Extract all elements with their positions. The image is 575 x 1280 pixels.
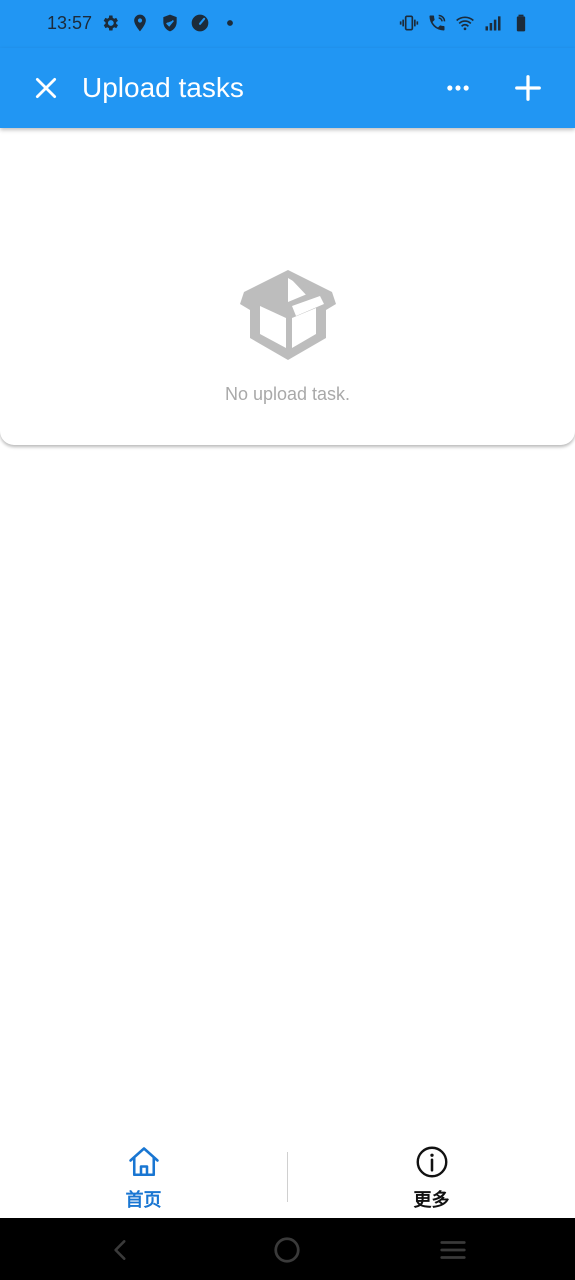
empty-state-message: No upload task. — [224, 384, 351, 404]
nav-label-home: 首页 — [125, 1190, 162, 1211]
signal-icon — [485, 16, 501, 31]
close-icon — [35, 77, 57, 99]
open-box-icon — [240, 270, 336, 360]
system-navigation-bar — [0, 1218, 575, 1280]
home-icon — [128, 1147, 159, 1177]
nav-item-home[interactable]: 首页 — [0, 1140, 287, 1218]
status-time: 13:57 — [47, 13, 93, 33]
speedometer-icon — [191, 14, 209, 32]
status-right-icons — [399, 13, 531, 33]
status-left-icons — [100, 13, 240, 33]
system-back-button[interactable] — [101, 1230, 141, 1270]
status-bar: 13:57 — [0, 0, 575, 48]
nav-label-more: 更多 — [413, 1190, 450, 1211]
dot-icon — [227, 20, 233, 26]
wifi-icon — [456, 16, 474, 31]
recents-icon — [440, 1241, 466, 1259]
bottom-navigation: 首页 更多 — [0, 1140, 575, 1218]
page-title: Upload tasks — [82, 72, 244, 103]
screen: 13:57 Upload tasks No upload task. 首页 更多 — [0, 0, 575, 1280]
close-button[interactable] — [22, 64, 70, 112]
more-horizontal-icon — [447, 85, 469, 91]
add-icon — [515, 75, 541, 101]
system-recents-button[interactable] — [433, 1230, 473, 1270]
nav-item-more[interactable]: 更多 — [288, 1140, 575, 1218]
vibrate-icon — [399, 15, 419, 31]
upload-tasks-card: No upload task. — [0, 128, 575, 445]
more-options-button[interactable] — [434, 64, 482, 112]
app-bar: Upload tasks — [0, 48, 575, 128]
add-task-button[interactable] — [504, 64, 552, 112]
wifi-calling-icon — [429, 14, 446, 31]
settings-icon — [103, 15, 118, 31]
back-icon — [114, 1240, 126, 1260]
shield-icon — [163, 14, 177, 32]
battery-icon — [516, 14, 526, 32]
info-icon — [416, 1146, 447, 1178]
system-home-button[interactable] — [267, 1230, 307, 1270]
home-circle-icon — [274, 1237, 300, 1263]
location-icon — [134, 14, 146, 32]
